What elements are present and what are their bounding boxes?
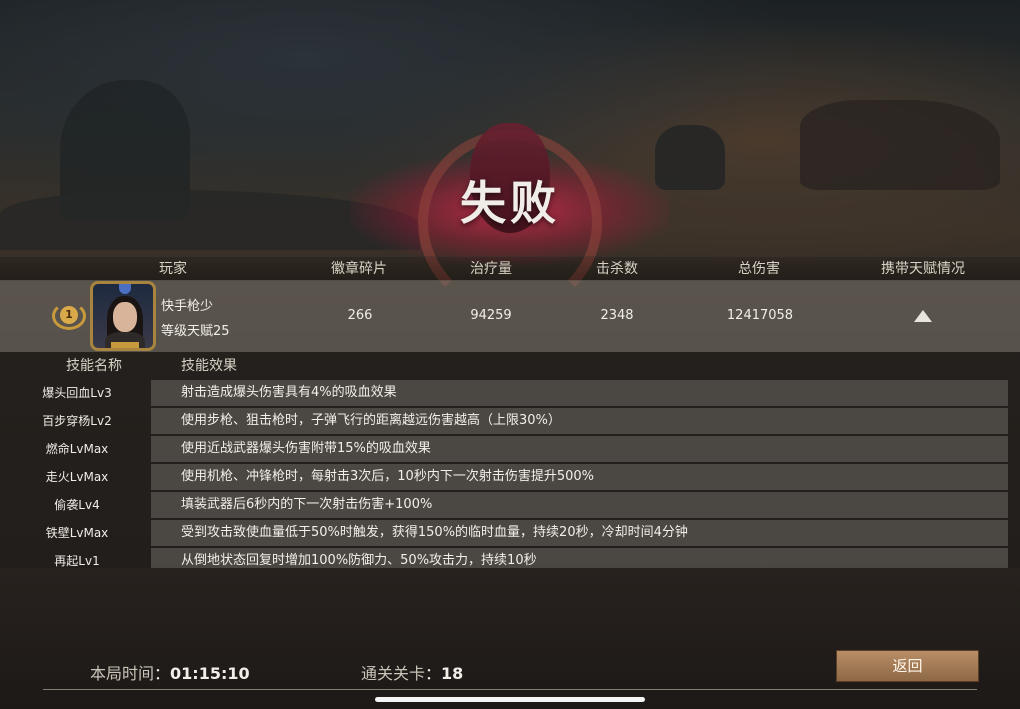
player-avatar[interactable] <box>90 281 156 351</box>
cleared-levels: 通关关卡：18 <box>361 660 463 684</box>
skill-name: 走火LvMax <box>45 470 109 484</box>
match-time: 本局时间：01:15:10 <box>90 660 250 684</box>
header-kills: 击杀数 <box>596 261 638 277</box>
skill-name: 铁壁LvMax <box>45 526 109 540</box>
skill-effect: 使用步枪、狙击枪时，子弹飞行的距离越远伤害越高（上限30%） <box>181 413 561 428</box>
skill-name: 百步穿杨Lv2 <box>42 414 112 428</box>
back-button[interactable]: 返回 <box>836 650 979 682</box>
avatar-badge-icon <box>119 284 131 294</box>
skill-row: 偷袭Lv4 填装武器后6秒内的下一次射击伤害+100% <box>0 492 1020 518</box>
skill-row: 燃命LvMax 使用近战武器爆头伤害附带15%的吸血效果 <box>0 436 1020 462</box>
skill-name: 偷袭Lv4 <box>54 498 100 512</box>
result-title: 失败 <box>460 176 560 230</box>
match-time-colon: ： <box>154 664 171 683</box>
triangle-up-icon[interactable] <box>914 310 932 322</box>
player-level: 等级天赋25 <box>161 324 230 339</box>
skill-effect: 从倒地状态回复时增加100%防御力、50%攻击力，持续10秒 <box>181 553 537 568</box>
stats-table-header: 玩家 徽章碎片 治疗量 击杀数 总伤害 携带天赋情况 <box>0 256 1020 281</box>
player-name: 快手枪少 <box>161 299 214 314</box>
avatar-frame-plate <box>111 342 139 348</box>
skill-effect: 使用近战武器爆头伤害附带15%的吸血效果 <box>181 441 431 456</box>
cleared-levels-value: 18 <box>441 664 464 683</box>
skill-row: 百步穿杨Lv2 使用步枪、狙击枪时，子弹飞行的距离越远伤害越高（上限30%） <box>0 408 1020 434</box>
skill-effect: 射击造成爆头伤害具有4%的吸血效果 <box>181 385 397 400</box>
skill-effect-header: 技能效果 <box>181 358 237 374</box>
skill-row: 铁壁LvMax 受到攻击致使血量低于50%时触发，获得150%的临时血量，持续2… <box>0 520 1020 546</box>
skill-name: 再起Lv1 <box>54 554 100 568</box>
skill-row: 爆头回血Lv3 射击造成爆头伤害具有4%的吸血效果 <box>0 380 1020 406</box>
skill-name: 爆头回血Lv3 <box>42 386 112 400</box>
avatar-face <box>113 302 137 332</box>
skill-name: 燃命LvMax <box>45 442 109 456</box>
skill-row: 再起Lv1 从倒地状态回复时增加100%防御力、50%攻击力，持续10秒 <box>0 548 1020 568</box>
match-time-label: 本局时间 <box>90 664 155 683</box>
home-indicator[interactable] <box>375 697 645 702</box>
background-cliff <box>800 100 1000 190</box>
rank-badge: 1 <box>52 302 86 330</box>
header-talents: 携带天赋情况 <box>881 261 965 277</box>
header-total-damage: 总伤害 <box>738 261 780 277</box>
skill-effect: 受到攻击致使血量低于50%时触发，获得150%的临时血量，持续20秒，冷却时间4… <box>181 525 688 540</box>
header-healing: 治疗量 <box>470 261 512 277</box>
header-player: 玩家 <box>159 261 187 277</box>
skill-effect: 填装武器后6秒内的下一次射击伤害+100% <box>181 497 433 512</box>
player-healing: 94259 <box>470 308 512 323</box>
player-kills: 2348 <box>600 308 634 323</box>
player-total-damage: 12417058 <box>726 308 794 323</box>
skill-row: 走火LvMax 使用机枪、冲锋枪时，每射击3次后，10秒内下一次射击伤害提升50… <box>0 464 1020 490</box>
player-badge-fragments: 266 <box>347 308 373 323</box>
rank-number: 1 <box>60 306 78 324</box>
footer-divider <box>43 689 977 690</box>
match-time-value: 01:15:10 <box>170 664 250 683</box>
skill-effect: 使用机枪、冲锋枪时，每射击3次后，10秒内下一次射击伤害提升500% <box>181 469 594 484</box>
header-badge-fragments: 徽章碎片 <box>331 261 387 277</box>
skill-name-header: 技能名称 <box>66 358 122 374</box>
cleared-levels-label: 通关关卡 <box>361 664 426 683</box>
cleared-levels-colon: ： <box>425 664 442 683</box>
